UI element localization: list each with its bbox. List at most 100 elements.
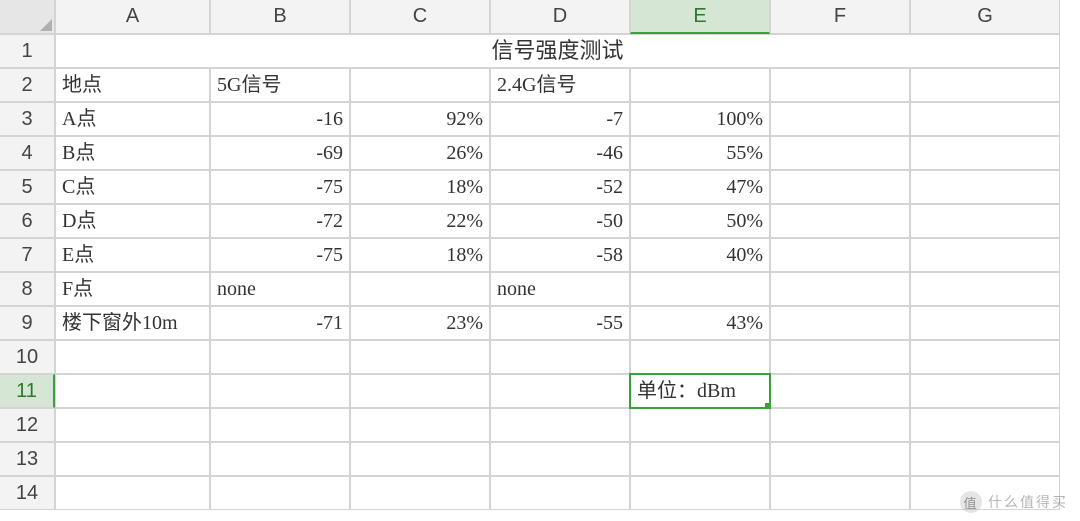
cell-D10[interactable]: [490, 340, 630, 374]
cell-G3[interactable]: [910, 102, 1060, 136]
row-header-13[interactable]: 13: [0, 442, 55, 476]
cell-F7[interactable]: [770, 238, 910, 272]
cell-C5[interactable]: 18%: [350, 170, 490, 204]
cell-F13[interactable]: [770, 442, 910, 476]
cell-E7[interactable]: 40%: [630, 238, 770, 272]
spreadsheet-grid[interactable]: A B C D E F G 1 信号强度测试 2 地点 5G信号 2.4G信号 …: [0, 0, 1080, 510]
cell-D5[interactable]: -52: [490, 170, 630, 204]
row-header-14[interactable]: 14: [0, 476, 55, 510]
cell-A5[interactable]: C点: [55, 170, 210, 204]
cell-F12[interactable]: [770, 408, 910, 442]
cell-D14[interactable]: [490, 476, 630, 510]
cell-B8[interactable]: none: [210, 272, 350, 306]
title-cell[interactable]: 信号强度测试: [55, 34, 1060, 68]
cell-F10[interactable]: [770, 340, 910, 374]
cell-G7[interactable]: [910, 238, 1060, 272]
cell-B2[interactable]: 5G信号: [210, 68, 350, 102]
cell-E10[interactable]: [630, 340, 770, 374]
cell-G2[interactable]: [910, 68, 1060, 102]
cell-A8[interactable]: F点: [55, 272, 210, 306]
cell-C11[interactable]: [350, 374, 490, 408]
cell-C7[interactable]: 18%: [350, 238, 490, 272]
cell-A12[interactable]: [55, 408, 210, 442]
col-header-E[interactable]: E: [630, 0, 770, 34]
cell-C10[interactable]: [350, 340, 490, 374]
cell-G9[interactable]: [910, 306, 1060, 340]
row-header-4[interactable]: 4: [0, 136, 55, 170]
cell-B4[interactable]: -69: [210, 136, 350, 170]
cell-D2[interactable]: 2.4G信号: [490, 68, 630, 102]
cell-F4[interactable]: [770, 136, 910, 170]
cell-E2[interactable]: [630, 68, 770, 102]
cell-B6[interactable]: -72: [210, 204, 350, 238]
cell-F2[interactable]: [770, 68, 910, 102]
cell-F11[interactable]: [770, 374, 910, 408]
col-header-C[interactable]: C: [350, 0, 490, 34]
cell-B7[interactable]: -75: [210, 238, 350, 272]
cell-A14[interactable]: [55, 476, 210, 510]
cell-G6[interactable]: [910, 204, 1060, 238]
cell-E4[interactable]: 55%: [630, 136, 770, 170]
cell-F14[interactable]: [770, 476, 910, 510]
cell-C2[interactable]: [350, 68, 490, 102]
cell-F5[interactable]: [770, 170, 910, 204]
cell-D12[interactable]: [490, 408, 630, 442]
cell-G4[interactable]: [910, 136, 1060, 170]
col-header-B[interactable]: B: [210, 0, 350, 34]
cell-E8[interactable]: [630, 272, 770, 306]
cell-C8[interactable]: [350, 272, 490, 306]
row-header-12[interactable]: 12: [0, 408, 55, 442]
cell-A4[interactable]: B点: [55, 136, 210, 170]
cell-A6[interactable]: D点: [55, 204, 210, 238]
cell-A11[interactable]: [55, 374, 210, 408]
cell-E14[interactable]: [630, 476, 770, 510]
cell-C14[interactable]: [350, 476, 490, 510]
cell-B3[interactable]: -16: [210, 102, 350, 136]
cell-A13[interactable]: [55, 442, 210, 476]
cell-E12[interactable]: [630, 408, 770, 442]
cell-C6[interactable]: 22%: [350, 204, 490, 238]
cell-F3[interactable]: [770, 102, 910, 136]
cell-B11[interactable]: [210, 374, 350, 408]
cell-D11[interactable]: [490, 374, 630, 408]
cell-C12[interactable]: [350, 408, 490, 442]
cell-B9[interactable]: -71: [210, 306, 350, 340]
cell-D7[interactable]: -58: [490, 238, 630, 272]
cell-E5[interactable]: 47%: [630, 170, 770, 204]
col-header-F[interactable]: F: [770, 0, 910, 34]
row-header-5[interactable]: 5: [0, 170, 55, 204]
cell-D3[interactable]: -7: [490, 102, 630, 136]
cell-D13[interactable]: [490, 442, 630, 476]
cell-B5[interactable]: -75: [210, 170, 350, 204]
cell-F9[interactable]: [770, 306, 910, 340]
cell-G11[interactable]: [910, 374, 1060, 408]
cell-B14[interactable]: [210, 476, 350, 510]
cell-B12[interactable]: [210, 408, 350, 442]
row-header-1[interactable]: 1: [0, 34, 55, 68]
cell-D8[interactable]: none: [490, 272, 630, 306]
row-header-10[interactable]: 10: [0, 340, 55, 374]
row-header-9[interactable]: 9: [0, 306, 55, 340]
cell-D4[interactable]: -46: [490, 136, 630, 170]
cell-C4[interactable]: 26%: [350, 136, 490, 170]
cell-E11[interactable]: 单位：dBm: [630, 374, 770, 408]
row-header-7[interactable]: 7: [0, 238, 55, 272]
cell-E9[interactable]: 43%: [630, 306, 770, 340]
cell-C9[interactable]: 23%: [350, 306, 490, 340]
select-all-corner[interactable]: [0, 0, 55, 34]
col-header-A[interactable]: A: [55, 0, 210, 34]
cell-D9[interactable]: -55: [490, 306, 630, 340]
cell-E6[interactable]: 50%: [630, 204, 770, 238]
row-header-3[interactable]: 3: [0, 102, 55, 136]
row-header-2[interactable]: 2: [0, 68, 55, 102]
cell-G8[interactable]: [910, 272, 1060, 306]
cell-B13[interactable]: [210, 442, 350, 476]
cell-G13[interactable]: [910, 442, 1060, 476]
cell-E3[interactable]: 100%: [630, 102, 770, 136]
col-header-G[interactable]: G: [910, 0, 1060, 34]
cell-G14[interactable]: [910, 476, 1060, 510]
cell-B10[interactable]: [210, 340, 350, 374]
cell-G5[interactable]: [910, 170, 1060, 204]
col-header-D[interactable]: D: [490, 0, 630, 34]
row-header-8[interactable]: 8: [0, 272, 55, 306]
